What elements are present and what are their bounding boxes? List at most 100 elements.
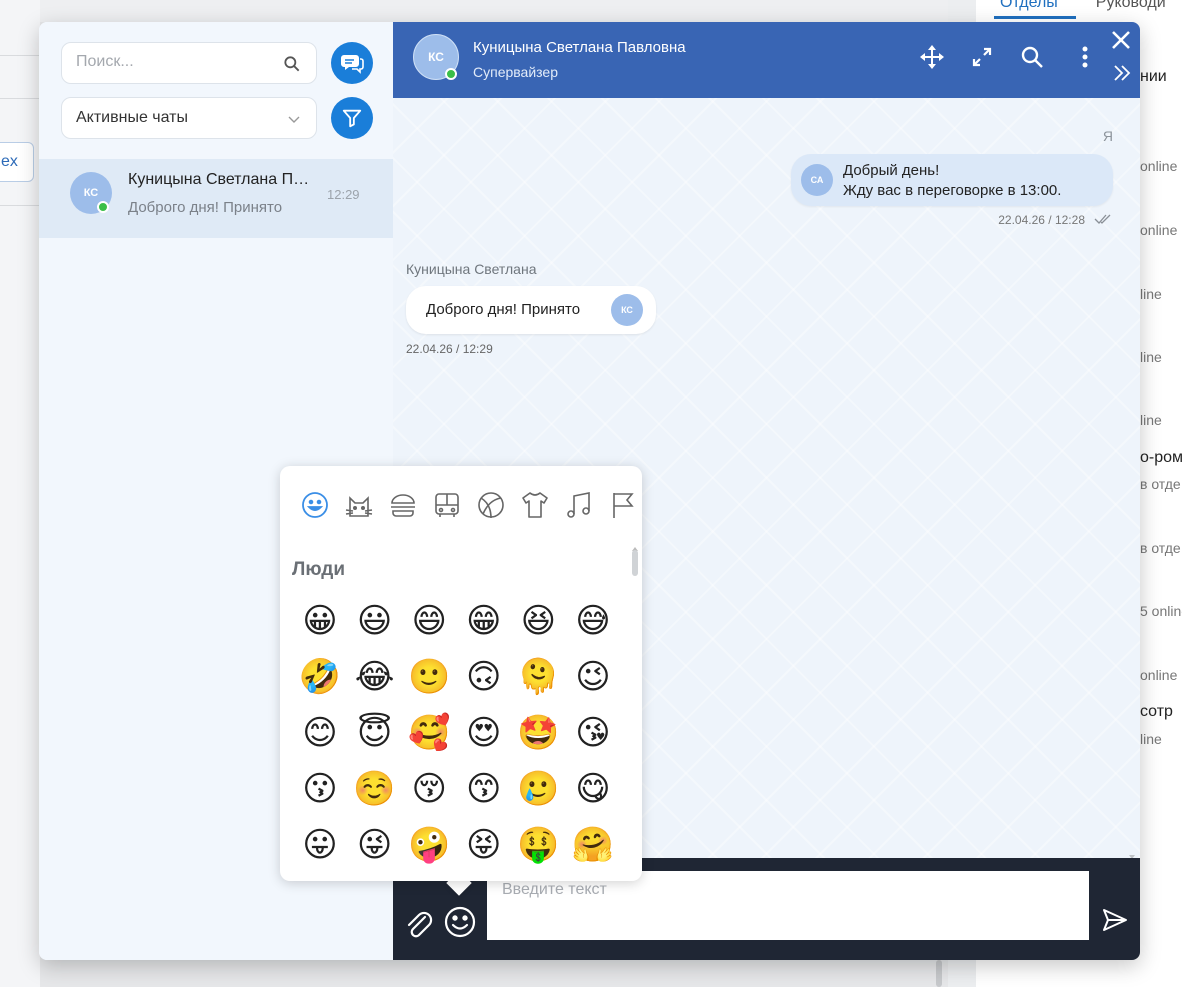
tab-managers[interactable]: Руководи — [1096, 0, 1166, 11]
emoji-item[interactable]: 😙 — [462, 767, 506, 811]
ball-icon — [478, 492, 504, 519]
background-item: online — [1140, 158, 1178, 174]
emoji-item[interactable]: 😀 — [298, 599, 342, 643]
search-icon[interactable] — [1019, 44, 1045, 70]
background-item: 5 online — [1140, 603, 1182, 619]
emoji-category-objects[interactable] — [518, 488, 552, 522]
music-note-icon — [567, 492, 590, 518]
burger-icon — [391, 494, 415, 517]
incoming-message[interactable]: Доброго дня! Принято КС — [406, 286, 656, 334]
online-indicator — [445, 68, 457, 80]
emoji-item[interactable]: 🙂 — [407, 655, 451, 699]
expand-icon[interactable] — [969, 44, 995, 70]
flag-icon — [613, 493, 634, 518]
collapse-icon[interactable] — [1111, 62, 1133, 84]
emoji-category-flags[interactable] — [606, 488, 640, 522]
emoji-scrollbar[interactable] — [632, 550, 638, 576]
emoji-item[interactable]: 🤑 — [516, 823, 560, 867]
chat-filter-select[interactable]: Активные чаты — [61, 97, 317, 139]
read-checkmarks-icon — [1094, 214, 1111, 224]
emoji-item[interactable]: 😉 — [571, 655, 615, 699]
emoji-item[interactable]: 🤣 — [298, 655, 342, 699]
emoji-item[interactable]: 😅 — [571, 599, 615, 643]
message-input[interactable] — [487, 871, 1089, 940]
emoji-section-title: Люди — [292, 559, 346, 580]
tab-departments[interactable]: Отделы — [1000, 0, 1058, 11]
emoji-category-travel[interactable] — [430, 488, 464, 522]
message-text: Добрый день! — [843, 162, 940, 179]
emoji-item[interactable]: 😁 — [462, 599, 506, 643]
active-tab-underline — [994, 16, 1076, 19]
move-icon[interactable] — [919, 44, 945, 70]
emoji-item[interactable]: 😃 — [353, 599, 397, 643]
search-box — [61, 42, 317, 84]
avatar: СА — [801, 164, 833, 196]
emoji-smile-icon[interactable] — [443, 905, 477, 939]
outgoing-message[interactable]: СА Добрый день! Жду вас в переговорке в … — [791, 154, 1113, 206]
background-item: line — [1140, 349, 1162, 365]
cat-icon — [345, 496, 373, 517]
filter-icon — [342, 109, 362, 128]
emoji-item[interactable]: 😊 — [298, 711, 342, 755]
emoji-picker: Люди 😀 😃 😄 😁 😆 😅 🤣 😂 🙂 🙃 🫠 😉 😊 😇 🥰 😍 🤩 😘… — [280, 466, 642, 881]
emoji-category-symbols[interactable] — [562, 488, 596, 522]
emoji-item[interactable]: 😋 — [571, 767, 615, 811]
emoji-item[interactable]: 🥲 — [516, 767, 560, 811]
emoji-item[interactable]: 😗 — [298, 767, 342, 811]
emoji-item[interactable]: 😄 — [407, 599, 451, 643]
emoji-item[interactable]: ☺️ — [353, 767, 397, 811]
outgoing-sender-label: Я — [1102, 128, 1113, 144]
chat-header: КС Куницына Светлана Павловна Супервайзе… — [393, 22, 1140, 98]
emoji-item[interactable]: 🥰 — [407, 711, 451, 755]
shirt-icon — [522, 492, 548, 518]
chat-preview: Доброго дня! Принято — [128, 199, 283, 216]
chat-bubbles-icon — [341, 55, 364, 74]
send-icon[interactable] — [1101, 906, 1129, 934]
close-icon[interactable] — [1109, 28, 1133, 52]
background-item: сотр — [1140, 703, 1173, 720]
emoji-item[interactable]: 🙃 — [462, 655, 506, 699]
search-input[interactable] — [76, 53, 276, 71]
chat-filter-value: Активные чаты — [76, 109, 189, 126]
bus-icon — [435, 493, 459, 517]
emoji-item[interactable]: 😍 — [462, 711, 506, 755]
message-timestamp: 22.04.26 / 12:29 — [406, 342, 493, 356]
emoji-category-activity[interactable] — [474, 488, 508, 522]
background-item: online — [1140, 222, 1178, 238]
background-chip: ex — [0, 142, 34, 182]
emoji-item[interactable]: 😆 — [516, 599, 560, 643]
emoji-category-food[interactable] — [386, 488, 420, 522]
chevron-down-icon — [288, 116, 300, 123]
more-vertical-icon[interactable] — [1072, 44, 1098, 70]
avatar: КС — [611, 294, 643, 326]
emoji-item[interactable]: 😇 — [353, 711, 397, 755]
background-item: online — [1140, 667, 1178, 683]
emoji-item[interactable]: 😚 — [407, 767, 451, 811]
message-text: Жду вас в переговорке в 13:00. — [843, 182, 1062, 199]
emoji-category-nature[interactable] — [342, 488, 376, 522]
emoji-category-people[interactable] — [298, 488, 332, 522]
emoji-item[interactable]: 😛 — [298, 823, 342, 867]
new-chat-button[interactable] — [331, 42, 373, 84]
emoji-item[interactable]: 😝 — [462, 823, 506, 867]
emoji-category-bar — [298, 488, 640, 522]
chat-list-item[interactable]: КС Куницына Светлана Павловна 12:29 Добр… — [39, 159, 393, 238]
emoji-grid: 😀 😃 😄 😁 😆 😅 🤣 😂 🙂 🙃 🫠 😉 😊 😇 🥰 😍 🤩 😘 😗 ☺️… — [298, 599, 626, 867]
message-timestamp: 22.04.26 / 12:28 — [998, 213, 1085, 227]
paperclip-icon[interactable] — [403, 908, 433, 940]
emoji-item[interactable]: 🫠 — [516, 655, 560, 699]
message-text: Доброго дня! Принято — [426, 301, 581, 318]
emoji-item[interactable]: 🤩 — [516, 711, 560, 755]
emoji-item[interactable]: 🤪 — [407, 823, 451, 867]
chat-time: 12:29 — [327, 187, 360, 202]
filter-button[interactable] — [331, 97, 373, 139]
emoji-item[interactable]: 😂 — [353, 655, 397, 699]
search-icon[interactable] — [282, 54, 302, 74]
emoji-item[interactable]: 🤗 — [571, 823, 615, 867]
background-item: о-ром — [1140, 449, 1182, 466]
online-indicator — [97, 201, 109, 213]
background-scrollbar[interactable] — [936, 960, 942, 987]
emoji-item[interactable]: 😘 — [571, 711, 615, 755]
background-item: line — [1140, 412, 1162, 428]
emoji-item[interactable]: 😜 — [353, 823, 397, 867]
